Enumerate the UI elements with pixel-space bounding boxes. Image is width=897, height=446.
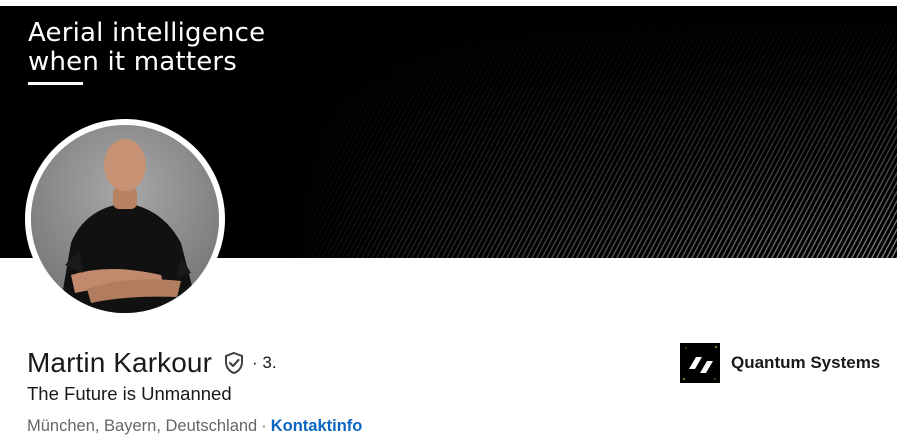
banner-underline [28, 82, 83, 85]
banner-headline-line1: Aerial intelligence [28, 18, 266, 48]
quantum-systems-logo-icon [680, 343, 720, 383]
separator-dot: · [261, 417, 267, 435]
company-name: Quantum Systems [731, 353, 881, 372]
avatar [31, 125, 219, 313]
contact-info-link[interactable]: Kontaktinfo [271, 417, 363, 435]
profile-headline: The Future is Unmanned [27, 383, 232, 404]
location-row: München, Bayern, Deutschland · Kontaktinfo [27, 417, 362, 436]
person-illustration [31, 125, 219, 313]
banner-headline: Aerial intelligence when it matters [28, 19, 265, 77]
current-company[interactable]: Quantum Systems [680, 343, 880, 383]
profile-photo[interactable] [25, 119, 225, 319]
profile-card: Aerial intelligence when it matters Mart… [0, 0, 897, 446]
verified-shield-icon[interactable] [222, 351, 246, 375]
profile-location: München, Bayern, Deutschland [27, 417, 258, 435]
connection-degree: · 3. [252, 353, 277, 372]
profile-name: Martin Karkour [27, 347, 213, 378]
name-row: Martin Karkour · 3. [27, 345, 277, 381]
banner-headline-line2: when it matters [28, 47, 238, 77]
